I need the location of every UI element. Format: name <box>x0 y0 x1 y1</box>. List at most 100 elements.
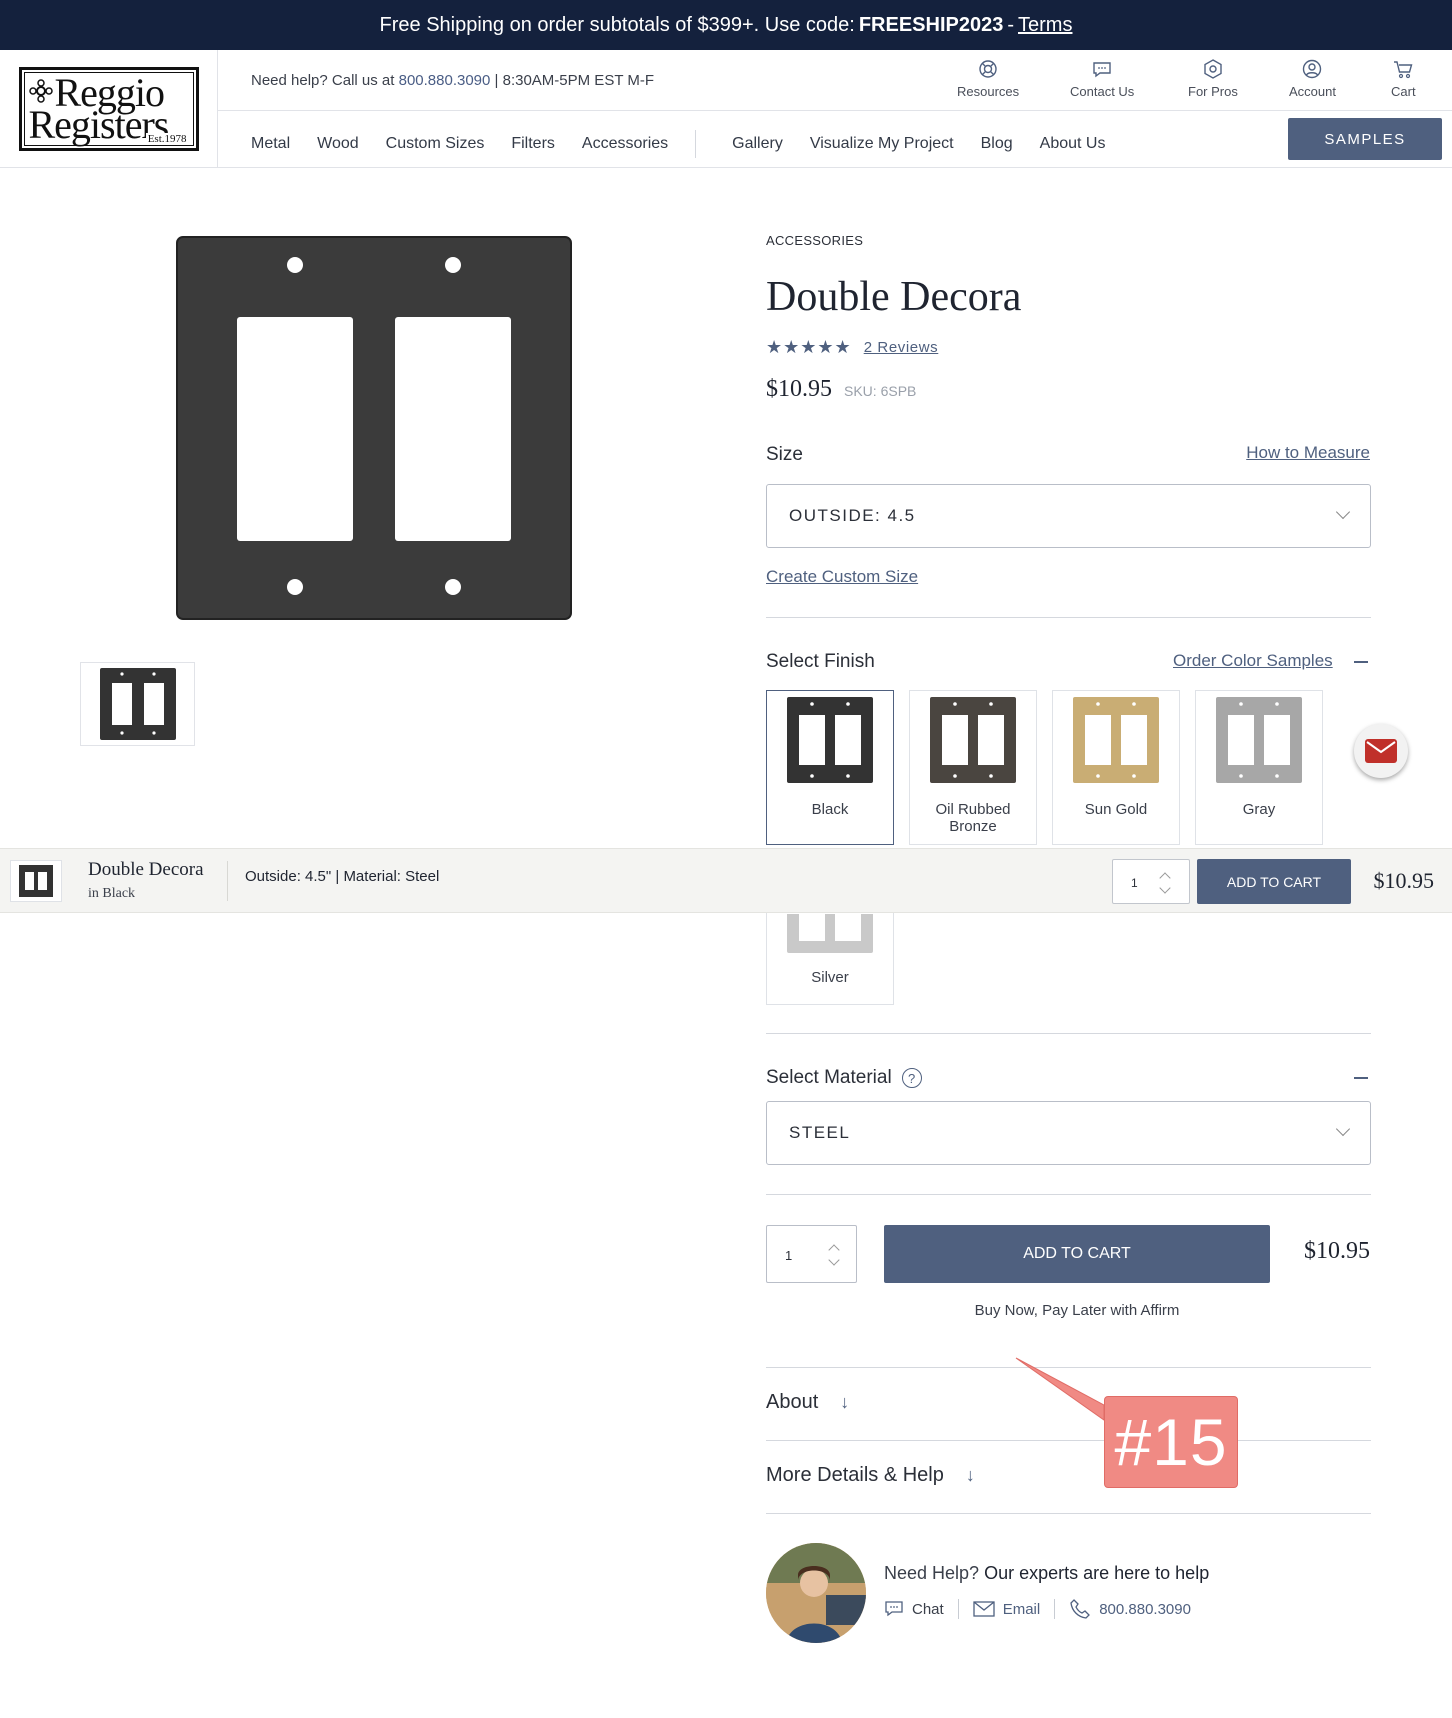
logo-link[interactable]: Reggio Registers Est.1978 <box>0 50 218 168</box>
contact-us-link[interactable]: Contact Us <box>1070 58 1134 99</box>
decrement-icon[interactable] <box>828 1254 840 1266</box>
nav-gallery[interactable]: Gallery <box>732 135 783 153</box>
size-select-value: OUTSIDE: 4.5 <box>789 506 916 525</box>
resources-label: Resources <box>957 84 1020 99</box>
order-color-samples-link[interactable]: Order Color Samples <box>1173 651 1333 671</box>
email-link[interactable]: Email <box>973 1600 1041 1618</box>
product-category[interactable]: ACCESSORIES <box>766 233 863 248</box>
help-title: Need Help? Our experts are here to help <box>884 1563 1209 1584</box>
chat-label: Chat <box>912 1600 944 1618</box>
sticky-quantity-stepper[interactable]: 1 <box>1112 859 1190 904</box>
finish-swatch-sun-gold[interactable]: Sun Gold <box>1052 690 1180 845</box>
sticky-thumbnail <box>10 860 62 902</box>
decrement-icon[interactable] <box>1159 882 1171 894</box>
help-phone-link[interactable]: 800.880.3090 <box>1069 1598 1191 1620</box>
nav-custom-sizes[interactable]: Custom Sizes <box>386 135 485 153</box>
life-ring-icon <box>979 60 997 78</box>
add-to-cart-button[interactable]: ADD TO CART <box>884 1225 1270 1283</box>
help-circle-icon[interactable]: ? <box>901 1068 922 1088</box>
help-block: Need Help? Our experts are here to help … <box>766 1543 1386 1643</box>
user-icon <box>1303 59 1322 79</box>
hexagon-icon <box>1204 59 1222 79</box>
nav-divider <box>695 130 697 158</box>
finish-image-gray <box>1216 697 1302 783</box>
collapse-material-icon[interactable] <box>1354 1077 1368 1079</box>
divider <box>766 1194 1371 1195</box>
finish-swatch-black[interactable]: Black <box>766 690 894 845</box>
promo-separator: - <box>1007 13 1015 36</box>
product-thumbnail[interactable] <box>80 662 195 746</box>
finish-image-black <box>787 697 873 783</box>
logo-ornament-icon <box>28 79 53 103</box>
header-divider <box>218 110 1452 111</box>
finish-name: Black <box>811 801 849 818</box>
sticky-price: $10.95 <box>1373 868 1435 893</box>
size-select[interactable]: OUTSIDE: 4.5 <box>766 484 1371 548</box>
finish-label: Select Finish <box>766 651 875 672</box>
logo-est: Est.1978 <box>145 133 189 145</box>
about-label: About <box>766 1391 819 1413</box>
chat-link[interactable]: Chat <box>884 1600 944 1618</box>
envelope-icon <box>1365 739 1397 763</box>
help-prefix: Need help? Call us at <box>251 72 395 89</box>
quantity-stepper[interactable]: 1 <box>766 1225 857 1283</box>
cart-link[interactable]: Cart <box>1391 58 1416 99</box>
sticky-add-to-cart-button[interactable]: ADD TO CART <box>1197 859 1351 904</box>
divider <box>766 1367 1371 1368</box>
finish-name: Oil Rubbed Bronze <box>935 801 1011 835</box>
nav-filters[interactable]: Filters <box>511 135 555 153</box>
sticky-divider <box>227 861 228 901</box>
more-details-accordion[interactable]: More Details & Help ↓ <box>766 1464 975 1487</box>
thumbnail-image <box>99 668 176 740</box>
help-title-prefix: Need Help? <box>884 1563 980 1583</box>
for-pros-label: For Pros <box>1188 84 1238 99</box>
how-to-measure-link[interactable]: How to Measure <box>1246 443 1370 463</box>
samples-button[interactable]: SAMPLES <box>1288 118 1442 160</box>
account-link[interactable]: Account <box>1289 58 1336 99</box>
resources-link[interactable]: Resources <box>957 58 1019 99</box>
nav-accessories[interactable]: Accessories <box>582 135 668 153</box>
help-title-strong: Our experts are here to help <box>984 1563 1210 1583</box>
product-rating: ★★★★★ 2 Reviews <box>766 337 938 358</box>
cart-label: Cart <box>1391 84 1416 99</box>
phone-icon <box>1070 1599 1091 1619</box>
chevron-down-icon <box>1335 1121 1351 1137</box>
finish-swatch-gray[interactable]: Gray <box>1195 690 1323 845</box>
nav-wood[interactable]: Wood <box>317 135 359 153</box>
chevron-down-icon <box>1335 504 1351 520</box>
product-sku: SKU: 6SPB <box>844 383 917 399</box>
nav-visualize[interactable]: Visualize My Project <box>810 135 954 153</box>
nav-blog[interactable]: Blog <box>981 135 1013 153</box>
collapse-finish-icon[interactable] <box>1354 661 1368 663</box>
promo-terms-link[interactable]: Terms <box>1018 14 1072 37</box>
for-pros-link[interactable]: For Pros <box>1188 58 1238 99</box>
header-phone-link[interactable]: 800.880.3090 <box>399 72 491 89</box>
material-select[interactable]: STEEL <box>766 1101 1371 1165</box>
email-label: Email <box>1002 1600 1041 1618</box>
separator <box>1054 1599 1056 1619</box>
finish-image-bronze <box>930 697 1016 783</box>
quantity-value: 1 <box>785 1248 793 1263</box>
nav-metal[interactable]: Metal <box>251 135 290 153</box>
sticky-quantity-value: 1 <box>1131 876 1138 890</box>
reviews-link[interactable]: 2 Reviews <box>864 339 939 356</box>
help-hours: | 8:30AM-5PM EST M-F <box>494 72 655 89</box>
cart-icon <box>1394 61 1413 79</box>
floating-email-button[interactable] <box>1354 724 1408 778</box>
chat-bubble-icon <box>1093 62 1111 78</box>
annotation-label: #15 <box>1104 1396 1238 1488</box>
mail-icon <box>973 1601 995 1617</box>
chat-icon <box>885 1601 903 1617</box>
sticky-options: Outside: 4.5" | Material: Steel <box>245 868 440 885</box>
nav-about-us[interactable]: About Us <box>1040 135 1106 153</box>
product-price: $10.95 <box>766 376 832 402</box>
finish-swatch-oil-rubbed-bronze[interactable]: Oil Rubbed Bronze <box>909 690 1037 845</box>
affirm-link[interactable]: Buy Now, Pay Later with Affirm <box>884 1302 1270 1319</box>
material-label: Select Material ? <box>766 1067 922 1089</box>
arrow-down-icon: ↓ <box>965 1465 975 1485</box>
material-select-value: STEEL <box>789 1123 851 1142</box>
divider <box>766 1513 1371 1514</box>
agent-avatar <box>766 1543 866 1643</box>
about-accordion[interactable]: About ↓ <box>766 1391 849 1414</box>
create-custom-size-link[interactable]: Create Custom Size <box>766 567 918 587</box>
